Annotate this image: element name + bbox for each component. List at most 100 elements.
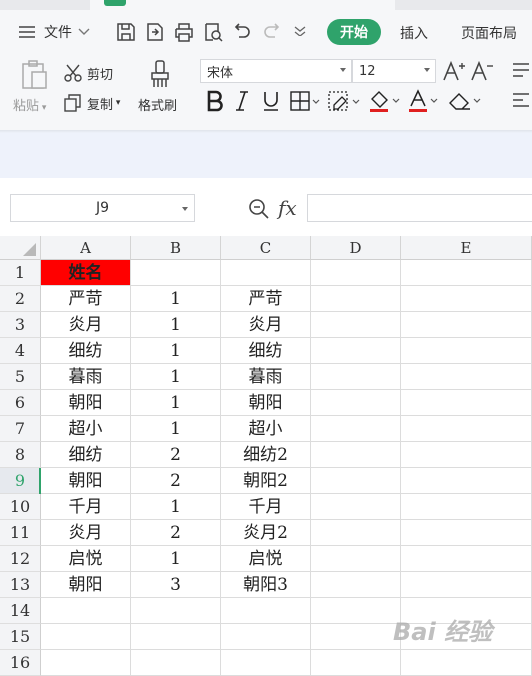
name-box[interactable]: J9	[10, 194, 195, 222]
row-header-10[interactable]: 10	[0, 494, 41, 520]
cell-d9[interactable]	[311, 468, 401, 494]
cell-e10[interactable]	[401, 494, 532, 520]
cell-d1[interactable]	[311, 260, 401, 286]
row-header-3[interactable]: 3	[0, 312, 41, 338]
cell-e8[interactable]	[401, 442, 532, 468]
cell-a7[interactable]: 超小	[41, 416, 131, 442]
font-color-icon[interactable]	[408, 89, 438, 113]
align-left-icon[interactable]	[512, 92, 530, 108]
row-header-15[interactable]: 15	[0, 624, 41, 650]
cell-b15[interactable]	[131, 624, 221, 650]
undo-icon[interactable]	[231, 21, 253, 43]
cell-d10[interactable]	[311, 494, 401, 520]
row-header-5[interactable]: 5	[0, 364, 41, 390]
cell-d16[interactable]	[311, 650, 401, 676]
cell-b7[interactable]: 1	[131, 416, 221, 442]
cell-a10[interactable]: 千月	[41, 494, 131, 520]
cell-e9[interactable]	[401, 468, 532, 494]
cell-b5[interactable]: 1	[131, 364, 221, 390]
cell-a4[interactable]: 细纺	[41, 338, 131, 364]
cell-b6[interactable]: 1	[131, 390, 221, 416]
row-header-7[interactable]: 7	[0, 416, 41, 442]
cell-a13[interactable]: 朝阳	[41, 572, 131, 598]
row-header-2[interactable]: 2	[0, 286, 41, 312]
cell-c14[interactable]	[221, 598, 311, 624]
cell-c6[interactable]: 朝阳	[221, 390, 311, 416]
cell-d6[interactable]	[311, 390, 401, 416]
cell-c10[interactable]: 千月	[221, 494, 311, 520]
decrease-font-size-icon[interactable]	[470, 60, 494, 82]
bold-icon[interactable]	[205, 90, 225, 112]
row-header-13[interactable]: 13	[0, 572, 41, 598]
cell-e16[interactable]	[401, 650, 532, 676]
cell-d14[interactable]	[311, 598, 401, 624]
tab-insert[interactable]: 插入	[400, 23, 428, 43]
print-icon[interactable]	[173, 21, 195, 43]
column-header-c[interactable]: C	[221, 236, 311, 260]
row-header-8[interactable]: 8	[0, 442, 41, 468]
cell-b12[interactable]: 1	[131, 546, 221, 572]
row-header-4[interactable]: 4	[0, 338, 41, 364]
row-header-11[interactable]: 11	[0, 520, 41, 546]
cell-d5[interactable]	[311, 364, 401, 390]
tab-start[interactable]: 开始	[327, 19, 381, 45]
font-size-select[interactable]: 12	[352, 59, 436, 83]
active-document-tab[interactable]	[90, 0, 395, 10]
row-header-1[interactable]: 1	[0, 260, 41, 286]
cell-c15[interactable]	[221, 624, 311, 650]
cell-d2[interactable]	[311, 286, 401, 312]
cell-d3[interactable]	[311, 312, 401, 338]
cell-e4[interactable]	[401, 338, 532, 364]
cell-e12[interactable]	[401, 546, 532, 572]
clear-format-icon[interactable]	[448, 90, 482, 112]
copy-button[interactable]: 复制 ▾	[63, 90, 120, 116]
increase-font-size-icon[interactable]	[442, 60, 466, 82]
function-icon[interactable]: fx	[278, 196, 297, 220]
cell-c7[interactable]: 超小	[221, 416, 311, 442]
cell-e13[interactable]	[401, 572, 532, 598]
cell-c11[interactable]: 炎月2	[221, 520, 311, 546]
cell-e6[interactable]	[401, 390, 532, 416]
cell-b9[interactable]: 2	[131, 468, 221, 494]
cell-d13[interactable]	[311, 572, 401, 598]
redo-icon[interactable]	[261, 21, 283, 43]
quick-access-more-icon[interactable]	[294, 26, 306, 36]
cell-c12[interactable]: 启悦	[221, 546, 311, 572]
cell-c1[interactable]	[221, 260, 311, 286]
cell-b3[interactable]: 1	[131, 312, 221, 338]
cell-a6[interactable]: 朝阳	[41, 390, 131, 416]
cell-d4[interactable]	[311, 338, 401, 364]
cell-e5[interactable]	[401, 364, 532, 390]
cell-d7[interactable]	[311, 416, 401, 442]
cell-b8[interactable]: 2	[131, 442, 221, 468]
italic-icon[interactable]	[234, 90, 250, 112]
save-icon[interactable]	[115, 21, 137, 43]
formula-input[interactable]	[307, 194, 532, 222]
cell-a9[interactable]: 朝阳	[41, 468, 131, 494]
row-header-16[interactable]: 16	[0, 650, 41, 676]
row-header-14[interactable]: 14	[0, 598, 41, 624]
row-header-9[interactable]: 9	[0, 468, 41, 494]
format-painter-label[interactable]: 格式刷	[138, 95, 177, 114]
cell-d15[interactable]	[311, 624, 401, 650]
cell-c8[interactable]: 细纺2	[221, 442, 311, 468]
cell-a8[interactable]: 细纺	[41, 442, 131, 468]
row-header-6[interactable]: 6	[0, 390, 41, 416]
cell-c16[interactable]	[221, 650, 311, 676]
cell-e7[interactable]	[401, 416, 532, 442]
column-header-d[interactable]: D	[311, 236, 401, 260]
cell-b10[interactable]: 1	[131, 494, 221, 520]
row-header-12[interactable]: 12	[0, 546, 41, 572]
select-all-corner[interactable]	[0, 236, 41, 260]
cell-c2[interactable]: 严苛	[221, 286, 311, 312]
paste-icon[interactable]	[20, 59, 50, 91]
cell-b11[interactable]: 2	[131, 520, 221, 546]
fill-color-icon[interactable]	[368, 89, 400, 113]
paste-button[interactable]: 粘贴 ▾	[13, 95, 46, 114]
underline-icon[interactable]	[261, 90, 281, 112]
cell-a1[interactable]: 姓名	[41, 260, 131, 286]
align-top-icon[interactable]	[512, 62, 530, 78]
cell-a16[interactable]	[41, 650, 131, 676]
format-painter-icon[interactable]	[147, 59, 173, 91]
cell-e2[interactable]	[401, 286, 532, 312]
